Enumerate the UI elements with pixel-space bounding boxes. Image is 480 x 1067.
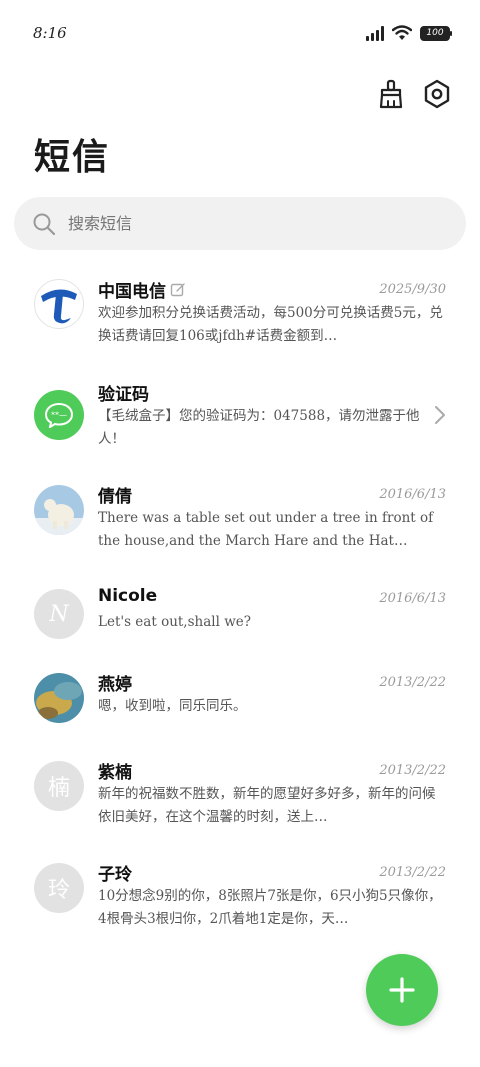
clean-button[interactable]: [376, 78, 406, 110]
contact-name: 紫楠: [98, 763, 132, 783]
avatar: [34, 279, 84, 329]
avatar: 楠: [34, 761, 84, 811]
top-actions: [376, 78, 452, 110]
wifi-icon: [392, 25, 412, 40]
avatar: [34, 673, 84, 723]
contact-name: 验证码: [98, 385, 149, 405]
landscape-photo-icon: [34, 673, 84, 723]
message-date: 2016/6/13: [379, 591, 446, 606]
search-input[interactable]: [68, 214, 428, 233]
chevron-right-icon[interactable]: [434, 405, 446, 425]
message-snippet: 欢迎参加积分兑换话费活动，每500分可兑换话费5元，兑换话费请回复106或jfd…: [98, 305, 443, 344]
search-bar[interactable]: [14, 197, 466, 250]
china-telecom-logo-icon: [41, 289, 77, 324]
message-snippet: 嗯，收到啦，同乐同乐。: [98, 698, 247, 714]
page-title: 短信: [34, 136, 111, 178]
status-icons: 100: [366, 24, 452, 42]
status-bar: 8:16 100: [0, 0, 480, 64]
gear-icon: [424, 79, 450, 109]
contact-name: 中国电信: [98, 282, 166, 302]
message-snippet: Let's eat out,shall we?: [98, 614, 251, 630]
conversation-row[interactable]: 燕婷 2013/2/22 嗯，收到啦，同乐同乐。: [0, 670, 480, 770]
message-snippet: There was a table set out under a tree i…: [98, 510, 434, 549]
plus-icon: [389, 977, 415, 1003]
edit-icon: [170, 282, 185, 296]
contact-name: 燕婷: [98, 675, 132, 695]
conversation-row[interactable]: 玲 子玲 2013/2/22 10分想念9别的你，8张照片7张是你，6只小狗5只…: [0, 860, 480, 960]
message-date: 2013/2/22: [379, 763, 446, 778]
contact-name: 倩倩: [98, 487, 132, 507]
avatar: 玲: [34, 863, 84, 913]
contact-name: Nicole: [98, 586, 158, 606]
avatar: **—: [34, 390, 84, 440]
message-snippet: 【毛绒盒子】您的验证码为：047588，请勿泄露于他人！: [98, 408, 420, 447]
battery-icon: 100: [420, 25, 452, 41]
message-date: 2013/2/22: [379, 675, 446, 690]
avatar: [34, 485, 84, 535]
message-snippet: 新年的祝福数不胜数，新年的愿望好多好多，新年的问候依旧美好，在这个温馨的时刻，送…: [98, 786, 436, 825]
settings-button[interactable]: [422, 78, 452, 110]
avatar: N: [34, 589, 84, 639]
message-snippet: 10分想念9别的你，8张照片7张是你，6只小狗5只像你，4根骨头3根归你，2爪着…: [98, 888, 442, 927]
contact-name: 子玲: [98, 865, 132, 885]
conversation-row[interactable]: 中国电信 2025/9/30 欢迎参加积分兑换话费活动，每500分可兑换话费5元…: [0, 277, 480, 377]
new-message-button[interactable]: [366, 954, 438, 1026]
conversation-row[interactable]: **— 验证码 【毛绒盒子】您的验证码为：047588，请勿泄露于他人！: [0, 380, 480, 480]
message-date: 2013/2/22: [379, 865, 446, 880]
contact-name-row: 中国电信: [98, 277, 186, 302]
message-bubble-icon: **—: [44, 402, 74, 428]
conversation-row[interactable]: 倩倩 2016/6/13 There was a table set out u…: [0, 482, 480, 582]
broom-icon: [379, 79, 403, 109]
status-time: 8:16: [33, 24, 67, 42]
message-date: 2025/9/30: [379, 282, 446, 297]
conversation-row[interactable]: 楠 紫楠 2013/2/22 新年的祝福数不胜数，新年的愿望好多好多，新年的问候…: [0, 758, 480, 858]
polar-bear-photo-icon: [34, 485, 84, 535]
signal-icon: [366, 25, 384, 41]
message-date: 2016/6/13: [379, 487, 446, 502]
search-icon: [33, 213, 56, 235]
svg-text:**—: **—: [51, 411, 67, 420]
